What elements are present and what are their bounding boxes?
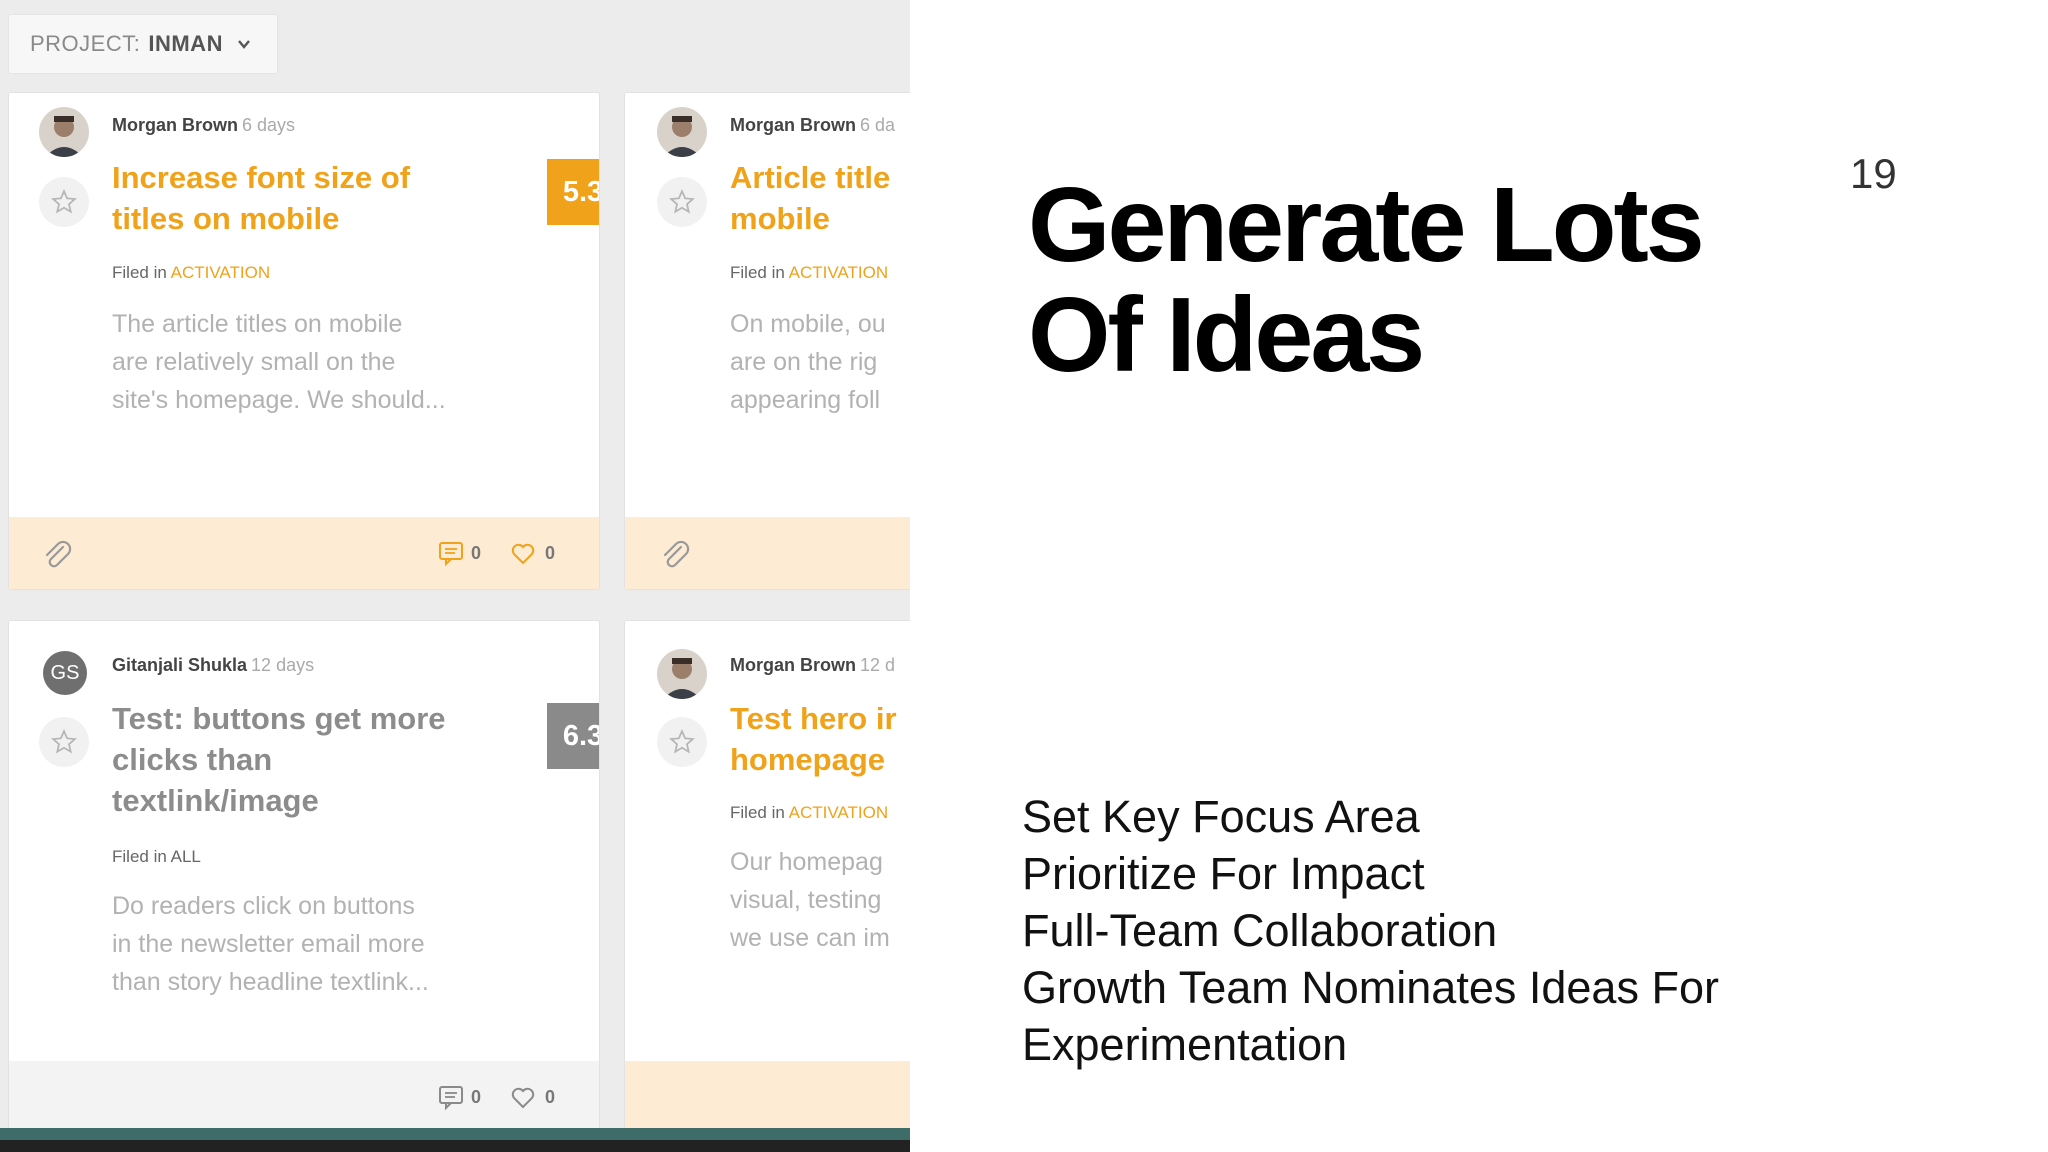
card-title-line: Test: buttons get more <box>112 701 446 736</box>
idea-card[interactable]: Morgan Brown 12 d Test hero ir homepage F… <box>624 620 910 1134</box>
score-badge: 5.3 <box>547 159 599 225</box>
card-description: The article titles on mobile are relativ… <box>112 305 532 419</box>
description-line: site's homepage. We should... <box>112 386 446 414</box>
author-name: Morgan Brown <box>730 115 856 135</box>
slide-page-number: 19 <box>1850 150 1897 197</box>
card-title[interactable]: Test: buttons get more clicks than textl… <box>112 698 492 821</box>
description-line: The article titles on mobile <box>112 310 403 338</box>
star-icon[interactable] <box>39 717 89 767</box>
comment-count: 0 <box>471 1087 482 1107</box>
card-title[interactable]: Test hero ir homepage <box>730 698 910 780</box>
star-icon[interactable] <box>39 177 89 227</box>
description-line: than story headline textlink... <box>112 968 429 996</box>
card-title[interactable]: Article title mobile <box>730 157 910 239</box>
card-title-line: clicks than <box>112 742 273 777</box>
bullet-item: Experimentation <box>1022 1019 1348 1070</box>
chevron-down-icon <box>238 40 250 49</box>
card-title-line: textlink/image <box>112 783 319 818</box>
card-age: 6 days <box>242 115 296 135</box>
description-line: visual, testing <box>730 886 882 914</box>
project-name: INMAN <box>148 31 223 56</box>
idea-card[interactable]: GS Gitanjali Shukla 12 days Test: buttons… <box>8 620 600 1134</box>
card-meta: Morgan Brown 12 d <box>730 655 895 676</box>
card-footer <box>625 1061 910 1133</box>
filed-in: Filed in ACTIVATION <box>112 263 270 283</box>
bullet-item: Growth Team Nominates Ideas For <box>1022 962 1719 1013</box>
card-title-line: Increase font size of <box>112 160 411 195</box>
project-selector[interactable]: PROJECT: INMAN <box>8 14 278 74</box>
comment-icon[interactable] <box>437 1083 465 1111</box>
bullet-item: Prioritize For Impact <box>1022 848 1425 899</box>
person-avatar-icon <box>657 107 707 157</box>
filed-prefix: Filed in <box>730 803 785 822</box>
card-description: On mobile, ou are on the rig appearing f… <box>730 305 910 419</box>
slide-title-line: Of Ideas <box>1028 276 1425 394</box>
avatar: GS <box>43 651 87 695</box>
card-title[interactable]: Increase font size of titles on mobile <box>112 157 492 239</box>
card-description: Do readers click on buttons in the newsl… <box>112 887 532 1001</box>
slide-title-line: Generate Lots <box>1028 166 1705 284</box>
bullet-item: Full-Team Collaboration <box>1022 905 1498 956</box>
description-line: appearing foll <box>730 386 881 414</box>
slide-title: Generate Lots Of Ideas <box>1028 170 1828 390</box>
like-count: 0 <box>545 543 556 563</box>
idea-card[interactable]: Morgan Brown 6 days Increase font size of… <box>8 92 600 590</box>
category-link[interactable]: ACTIVATION <box>789 263 889 282</box>
card-description: Our homepag visual, testing we use can i… <box>730 843 910 957</box>
person-avatar-icon <box>39 107 89 157</box>
star-icon[interactable] <box>657 717 707 767</box>
filed-prefix: Filed in <box>112 263 167 282</box>
card-title-line: Article title <box>730 160 891 195</box>
description-line: Do readers click on buttons <box>112 892 415 920</box>
filed-in: Filed in ACTIVATION <box>730 263 888 283</box>
filed-prefix: Filed in <box>730 263 785 282</box>
description-line: in the newsletter email more <box>112 930 425 958</box>
card-age: 12 days <box>251 655 315 675</box>
author-name: Gitanjali Shukla <box>112 655 248 675</box>
heart-icon[interactable] <box>509 539 537 567</box>
window-bottom-bar <box>0 1140 910 1152</box>
card-meta: Morgan Brown 6 da <box>730 115 895 136</box>
filed-in: Filed in ALL <box>112 847 201 867</box>
comment-icon[interactable] <box>437 539 465 567</box>
card-footer: 0 0 <box>9 1061 599 1133</box>
card-title-line: titles on mobile <box>112 201 340 236</box>
comment-count: 0 <box>471 543 482 563</box>
score-badge: 6.3 <box>547 703 599 769</box>
author-name: Morgan Brown <box>730 655 856 675</box>
card-title-line: Test hero ir <box>730 701 897 736</box>
project-label: PROJECT: <box>30 31 141 56</box>
slide-bullet-list: Set Key Focus Area Prioritize For Impact… <box>1022 788 1842 1073</box>
category-link[interactable]: ACTIVATION <box>171 263 271 282</box>
card-footer <box>625 517 910 589</box>
heart-icon[interactable] <box>509 1083 537 1111</box>
filed-prefix: Filed in <box>112 847 167 866</box>
description-line: are on the rig <box>730 348 878 376</box>
card-title-line: mobile <box>730 201 830 236</box>
card-age: 6 da <box>860 115 896 135</box>
card-age: 12 d <box>860 655 896 675</box>
paperclip-icon[interactable] <box>657 537 693 573</box>
card-footer: 0 0 <box>9 517 599 589</box>
person-avatar-icon <box>657 649 707 699</box>
author-name: Morgan Brown <box>112 115 238 135</box>
card-title-line: homepage <box>730 742 886 777</box>
filed-in: Filed in ACTIVATION <box>730 803 888 823</box>
paperclip-icon[interactable] <box>39 537 75 573</box>
like-count: 0 <box>545 1087 556 1107</box>
description-line: On mobile, ou <box>730 310 886 338</box>
app-screenshot: PROJECT: INMAN Morgan Brown 6 days Increa… <box>0 0 910 1152</box>
category-link[interactable]: ALL <box>171 847 201 866</box>
description-line: Our homepag <box>730 848 883 876</box>
card-meta: Morgan Brown 6 days <box>112 115 295 136</box>
star-icon[interactable] <box>657 177 707 227</box>
idea-card[interactable]: Morgan Brown 6 da Article title mobile Fi… <box>624 92 910 590</box>
bullet-item: Set Key Focus Area <box>1022 791 1420 842</box>
description-line: we use can im <box>730 924 890 952</box>
description-line: are relatively small on the <box>112 348 396 376</box>
category-link[interactable]: ACTIVATION <box>789 803 889 822</box>
window-bottom-strip <box>0 1128 910 1140</box>
card-meta: Gitanjali Shukla 12 days <box>112 655 314 676</box>
